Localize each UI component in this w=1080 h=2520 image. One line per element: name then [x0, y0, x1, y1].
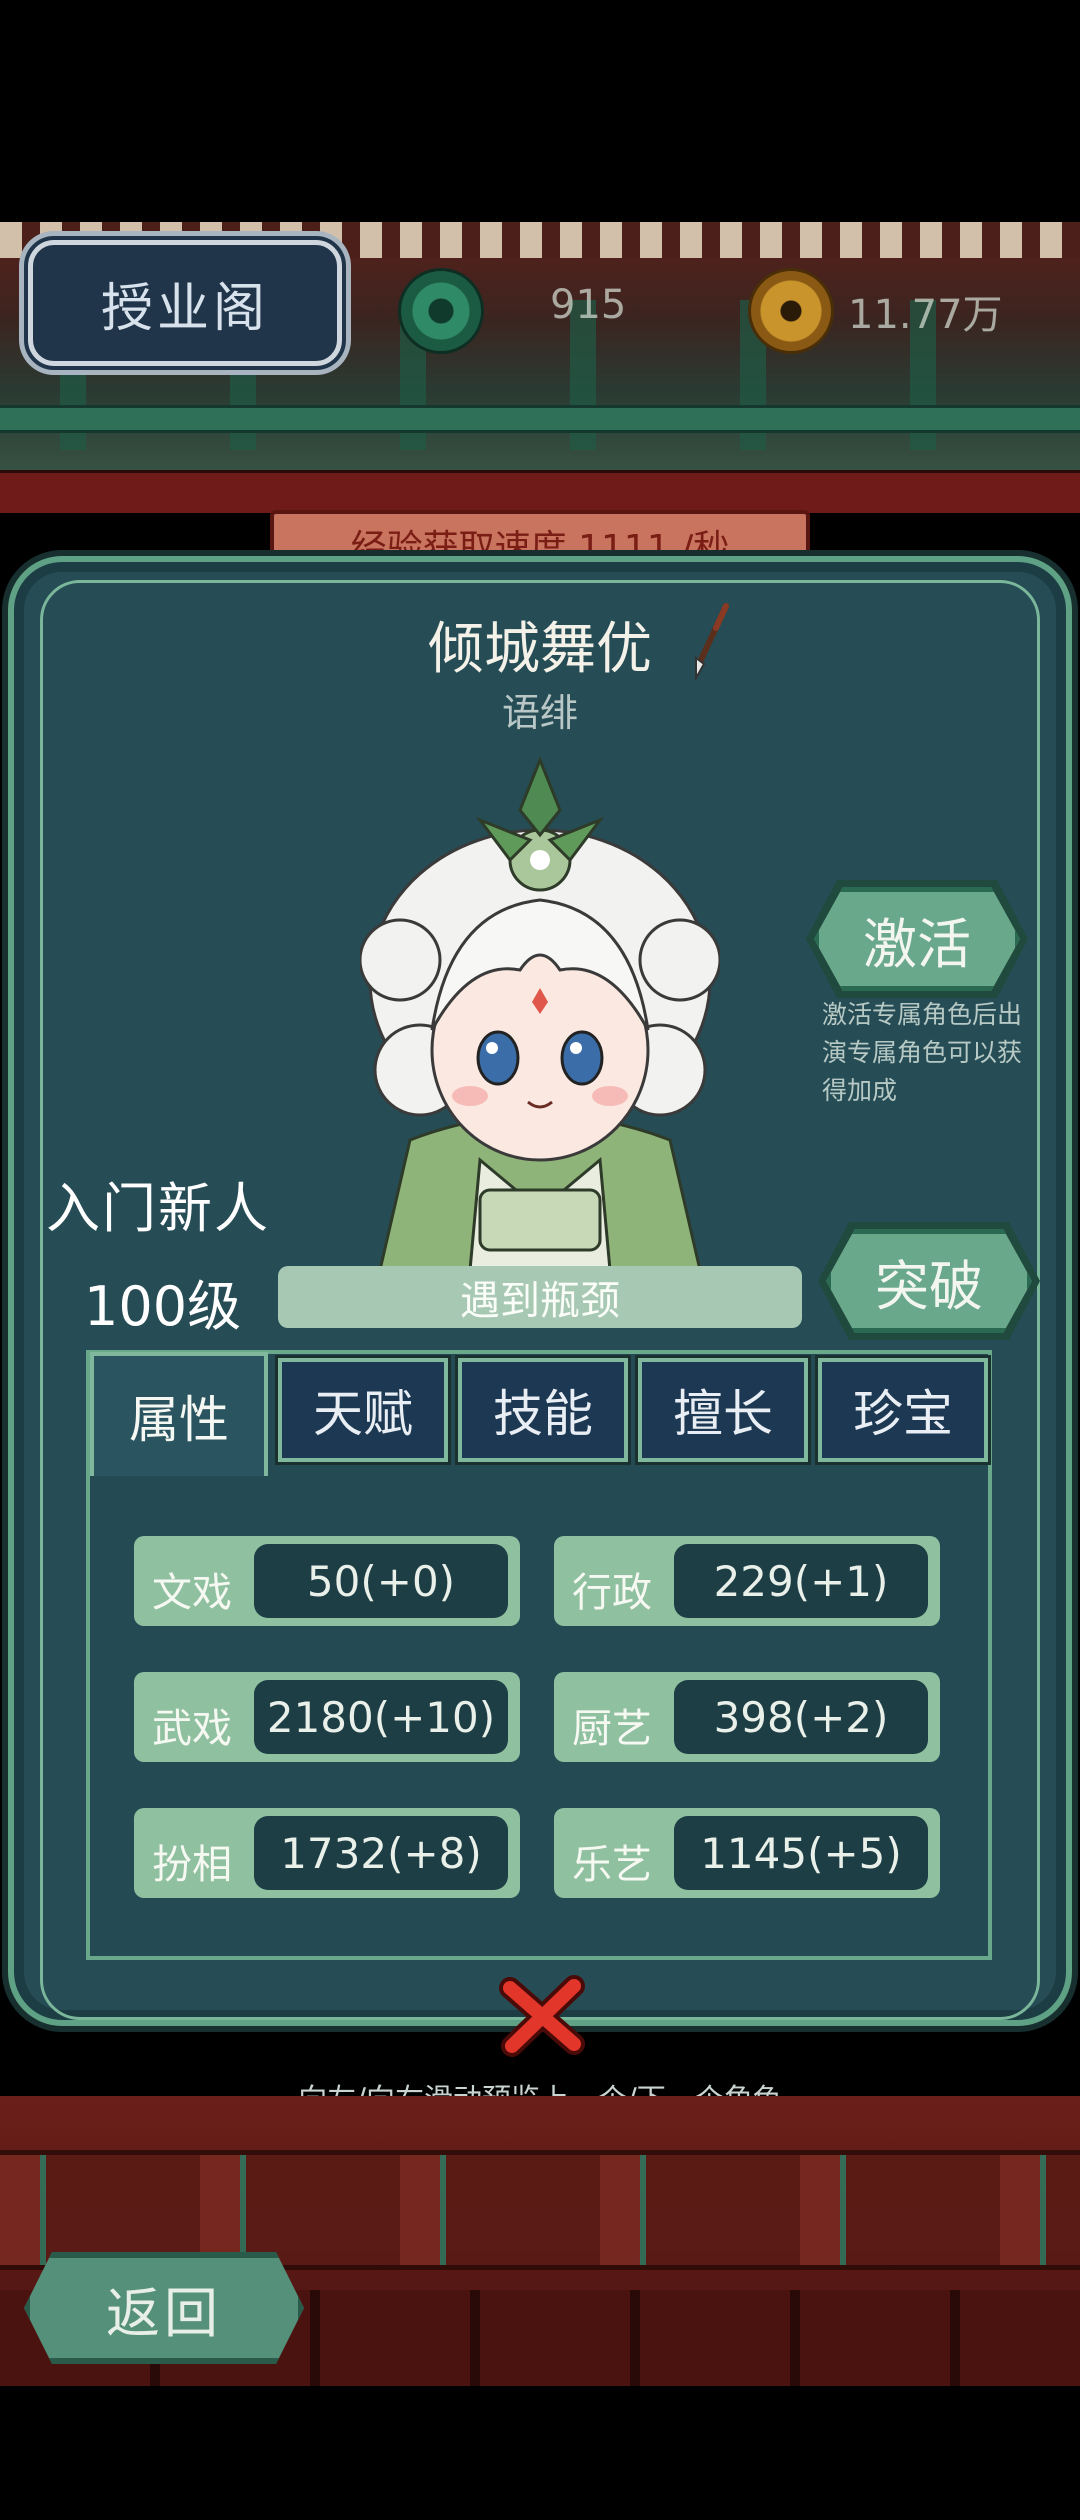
- stat-row: 乐艺 1145(+5): [554, 1808, 940, 1898]
- character-subtitle: 语绯: [501, 691, 578, 735]
- stat-value: 50(+0): [254, 1544, 508, 1618]
- red-beam: [0, 470, 1080, 513]
- stat-row: 武戏 2180(+10): [134, 1672, 520, 1762]
- stat-label: 行政: [572, 1570, 652, 1616]
- stat-row: 厨艺 398(+2): [554, 1672, 940, 1762]
- stat-label: 武戏: [152, 1706, 232, 1752]
- copper-coin-icon: [748, 268, 834, 354]
- close-icon[interactable]: [496, 1970, 588, 2062]
- stat-row: 行政 229(+1): [554, 1536, 940, 1626]
- railing-beam: [0, 405, 1080, 433]
- stat-row: 文戏 50(+0): [134, 1536, 520, 1626]
- activate-note: 激活专属角色后出演专属角色可以获得加成: [822, 1000, 1023, 1105]
- back-button[interactable]: 返回: [24, 2252, 304, 2364]
- stat-value: 1732(+8): [254, 1816, 508, 1890]
- brush-icon[interactable]: [686, 600, 736, 680]
- tab-specialty[interactable]: 擅长: [635, 1355, 811, 1465]
- stat-value: 229(+1): [674, 1544, 928, 1618]
- character-rank: 入门新人: [46, 1177, 270, 1240]
- experience-status-bar: 遇到瓶颈: [278, 1266, 802, 1328]
- stat-row: 扮相 1732(+8): [134, 1808, 520, 1898]
- character-level: 100级: [84, 1275, 242, 1338]
- stat-label: 文戏: [152, 1570, 232, 1616]
- page-title: 授业阁: [24, 236, 346, 370]
- character-name: 倾城舞优: [428, 617, 652, 682]
- tab-skills[interactable]: 技能: [455, 1355, 631, 1465]
- breakthrough-button[interactable]: 突破: [826, 1229, 1032, 1333]
- tab-attributes[interactable]: 属性: [90, 1352, 268, 1476]
- jade-coin-icon: [398, 268, 484, 354]
- stat-label: 乐艺: [572, 1842, 652, 1888]
- activate-button[interactable]: 激活: [814, 887, 1020, 991]
- stat-value: 398(+2): [674, 1680, 928, 1754]
- stat-value: 2180(+10): [254, 1680, 508, 1754]
- character-portrait: [360, 755, 720, 1270]
- copper-currency-value: 11.77万: [848, 292, 1003, 338]
- tab-treasure[interactable]: 珍宝: [815, 1355, 991, 1465]
- tab-talent[interactable]: 天赋: [275, 1355, 451, 1465]
- stat-label: 厨艺: [572, 1706, 652, 1752]
- stat-label: 扮相: [152, 1842, 232, 1888]
- stat-value: 1145(+5): [674, 1816, 928, 1890]
- jade-currency-value: 915: [550, 282, 627, 328]
